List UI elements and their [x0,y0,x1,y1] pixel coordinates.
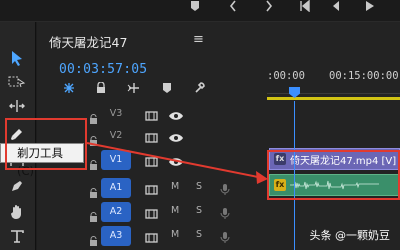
eye-icon[interactable] [168,153,184,172]
go-to-in-icon[interactable] [298,0,312,16]
marker-icon[interactable] [189,0,201,16]
track-label[interactable]: V1 [101,150,131,170]
mark-out-icon[interactable] [264,0,274,16]
highlight-box-tool [5,118,87,170]
track-label[interactable]: V2 [101,126,131,146]
track-a1: A1 M S [37,178,267,200]
ruler-label-start: :00:00 [267,70,305,82]
mute-button[interactable]: M [171,181,179,192]
solo-button[interactable]: S [196,205,202,216]
type-icon[interactable] [5,226,29,246]
wrench-icon[interactable] [194,82,206,94]
mute-button[interactable]: M [171,229,179,240]
watermark: 头条 @一颗奶豆 [309,229,391,242]
track-label[interactable]: A1 [101,178,131,198]
sync-lock-icon[interactable] [145,205,159,224]
top-toolbar [0,0,400,22]
film-icon[interactable] [145,107,159,126]
film-icon[interactable] [145,129,159,148]
lock-icon[interactable] [89,207,98,226]
track-label[interactable]: A3 [101,226,131,246]
solo-button[interactable]: S [196,181,202,192]
track-label[interactable]: A2 [101,202,131,222]
ripple-edit-icon[interactable] [5,96,29,116]
step-back-icon[interactable] [330,0,342,16]
linked-selection-icon[interactable] [94,82,108,94]
mark-in-icon[interactable] [228,0,238,16]
hand-icon[interactable] [5,202,29,222]
mute-button[interactable]: M [171,205,179,216]
lock-icon[interactable] [89,183,98,202]
panel-menu-icon[interactable]: ≡ [193,32,204,47]
microphone-icon[interactable] [220,205,230,224]
selection-arrow-icon[interactable] [5,48,29,68]
play-icon[interactable] [364,0,376,16]
sequence-tab[interactable]: 倚天屠龙记47 [49,32,127,51]
lock-icon[interactable] [89,131,98,150]
snap-icon[interactable] [63,82,75,94]
microphone-icon[interactable] [220,181,230,200]
work-area-bar[interactable] [267,97,400,100]
eye-icon[interactable] [168,107,184,126]
add-marker-icon[interactable] [162,82,172,94]
sync-lock-icon[interactable] [145,181,159,200]
track-a3: A3 M S [37,226,267,248]
eye-icon[interactable] [168,129,184,148]
track-select-icon[interactable] [5,72,29,92]
track-a2: A2 M S [37,202,267,224]
highlight-box-clip [267,150,400,200]
add-edit-icon[interactable] [127,82,141,94]
ruler-label-mid: 00:15:00:00 [329,70,399,82]
track-label[interactable]: V3 [101,104,131,124]
timecode-display[interactable]: 00:03:57:05 [59,62,147,77]
timeline-panel: 倚天屠龙记47 ≡ 00:03:57:05 :00:00 00:15:00:00… [37,22,400,250]
lock-icon[interactable] [89,231,98,250]
time-ruler[interactable]: :00:00 00:15:00:00 [267,60,400,116]
solo-button[interactable]: S [196,229,202,240]
lock-icon[interactable] [89,155,98,174]
film-icon[interactable] [145,153,159,172]
sync-lock-icon[interactable] [145,229,159,248]
microphone-icon[interactable] [220,229,230,248]
